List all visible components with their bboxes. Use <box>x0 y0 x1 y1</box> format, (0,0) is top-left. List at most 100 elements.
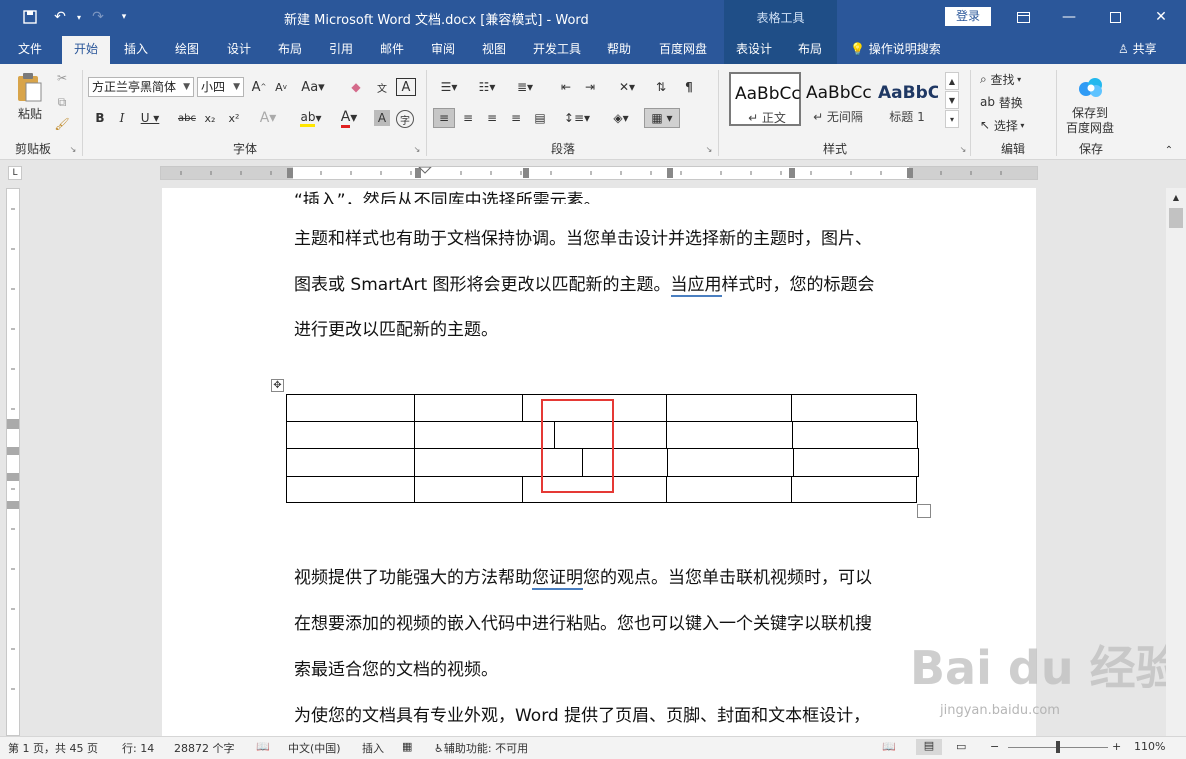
chinese-layout-icon[interactable]: ✕▾ <box>612 78 642 96</box>
tab-insert[interactable]: 插入 <box>114 36 158 64</box>
zoom-slider-thumb[interactable] <box>1056 741 1060 753</box>
table-cell[interactable] <box>793 448 919 477</box>
align-left-icon[interactable]: ≡ <box>433 108 455 128</box>
scrollbar-thumb[interactable] <box>1169 208 1183 228</box>
copy-icon[interactable]: ⧉ <box>54 94 70 110</box>
read-mode-icon[interactable]: 📖 <box>882 740 896 753</box>
tab-table-layout[interactable]: 布局 <box>788 36 832 64</box>
paste-button[interactable]: 粘贴 <box>8 105 52 121</box>
login-button[interactable]: 登录 <box>945 7 991 26</box>
scroll-up-icon[interactable]: ▲ <box>1168 190 1184 204</box>
sort-icon[interactable]: ⇅ <box>652 78 670 96</box>
save-icon[interactable] <box>18 0 42 34</box>
font-size-combo[interactable]: 小四 ▼ <box>197 77 244 97</box>
grammar-flagged-text[interactable]: 当应用 <box>670 275 722 297</box>
table-cell[interactable] <box>667 448 794 477</box>
table-cell[interactable] <box>666 476 792 503</box>
undo-dropdown-icon[interactable]: ▾ <box>72 0 86 34</box>
numbering-icon[interactable]: ☷▾ <box>472 78 502 96</box>
undo-icon[interactable]: ↶ <box>48 0 72 34</box>
macro-record-icon[interactable]: ▦ <box>402 740 412 753</box>
tab-references[interactable]: 引用 <box>319 36 363 64</box>
align-center-icon[interactable]: ≡ <box>458 108 478 128</box>
styles-scroll-down-icon[interactable]: ▼ <box>945 91 959 109</box>
font-name-combo[interactable]: 方正兰亭黑简体 ▼ <box>88 77 194 97</box>
table-cell[interactable] <box>286 476 415 503</box>
show-marks-icon[interactable]: ¶ <box>680 78 698 96</box>
zoom-in-icon[interactable]: + <box>1112 740 1121 753</box>
italic-icon[interactable]: I <box>114 110 130 126</box>
baidu-netdisk-icon[interactable] <box>1074 72 1108 102</box>
table-cell[interactable] <box>666 421 793 449</box>
justify-icon[interactable]: ≡ <box>506 108 526 128</box>
character-border-icon[interactable]: A <box>396 78 416 96</box>
bold-icon[interactable]: B <box>92 110 108 126</box>
text-effects-icon[interactable]: A▾ <box>256 110 280 126</box>
save-to-netdisk-line2[interactable]: 百度网盘 <box>1062 120 1118 135</box>
vertical-ruler[interactable] <box>6 188 20 736</box>
tab-layout[interactable]: 布局 <box>268 36 312 64</box>
table-cell[interactable] <box>286 448 415 477</box>
table-cell[interactable] <box>791 394 917 422</box>
save-to-netdisk-line1[interactable]: 保存到 <box>1062 105 1118 120</box>
distributed-icon[interactable]: ▤ <box>530 108 550 128</box>
superscript-icon[interactable]: x² <box>226 110 242 126</box>
style-normal[interactable]: AaBbCc ↵ 正文 <box>729 72 801 126</box>
grammar-flagged-text[interactable]: 您证明 <box>532 568 583 590</box>
share-button[interactable]: ♙ 共享 <box>1118 36 1157 64</box>
table-cell[interactable] <box>414 476 523 503</box>
paste-icon[interactable] <box>12 70 46 104</box>
format-painter-icon[interactable]: 🖌 <box>54 116 70 132</box>
grow-font-icon[interactable]: A ^ <box>250 78 268 96</box>
horizontal-ruler[interactable] <box>160 166 1038 180</box>
table-move-handle-icon[interactable]: ✥ <box>271 379 284 392</box>
decrease-indent-icon[interactable]: ⇤ <box>556 78 576 96</box>
replace-button[interactable]: ab 替换 <box>980 93 1046 111</box>
styles-more-icon[interactable]: ▾ <box>945 110 959 128</box>
tab-file[interactable]: 文件 <box>8 36 52 64</box>
word-count[interactable]: 28872 个字 <box>174 740 235 756</box>
increase-indent-icon[interactable]: ⇥ <box>580 78 600 96</box>
cut-icon[interactable]: ✂ <box>54 70 70 86</box>
language[interactable]: 中文(中国) <box>288 740 341 756</box>
select-button[interactable]: ↖ 选择 ▾ <box>980 116 1046 134</box>
change-case-icon[interactable]: Aa▾ <box>300 78 326 96</box>
tab-draw[interactable]: 绘图 <box>165 36 209 64</box>
table-cell[interactable] <box>791 476 917 503</box>
shading-icon[interactable]: ◈▾ <box>604 108 638 128</box>
strikethrough-icon[interactable]: abc <box>176 110 198 126</box>
table-cell[interactable] <box>792 421 918 449</box>
tell-me-search[interactable]: 💡 操作说明搜索 <box>850 36 941 64</box>
table-cell[interactable] <box>414 394 523 422</box>
print-layout-icon[interactable]: ▤ <box>916 739 942 755</box>
subscript-icon[interactable]: x₂ <box>202 110 218 126</box>
line-spacing-icon[interactable]: ↕≡▾ <box>562 108 592 128</box>
insert-mode[interactable]: 插入 <box>362 740 384 756</box>
table-resize-handle[interactable] <box>917 504 931 518</box>
tab-home[interactable]: 开始 <box>62 36 110 64</box>
clear-formatting-icon[interactable]: ◆ <box>346 78 366 96</box>
tab-view[interactable]: 视图 <box>472 36 516 64</box>
collapse-ribbon-icon[interactable]: ⌃ <box>1162 144 1176 156</box>
borders-icon[interactable]: ▦ ▾ <box>644 108 680 128</box>
table-cell[interactable] <box>666 394 792 422</box>
font-color-icon[interactable]: A ▾ <box>334 109 364 128</box>
phonetic-guide-icon[interactable]: 文 <box>372 78 392 96</box>
underline-icon[interactable]: U ▾ <box>138 110 162 126</box>
tab-table-design[interactable]: 表设计 <box>729 36 779 64</box>
enclose-characters-icon[interactable]: 字 <box>396 110 414 128</box>
font-launcher-icon[interactable]: ↘ <box>412 144 422 154</box>
tab-selector-icon[interactable]: L <box>8 166 22 180</box>
tab-mailings[interactable]: 邮件 <box>370 36 414 64</box>
styles-scroll-up-icon[interactable]: ▲ <box>945 72 959 90</box>
style-no-spacing[interactable]: AaBbCc ↵ 无间隔 <box>801 72 873 126</box>
zoom-out-icon[interactable]: − <box>990 740 999 753</box>
accessibility-status[interactable]: ♿辅助功能: 不可用 <box>434 740 528 756</box>
maximize-icon[interactable] <box>1092 0 1138 34</box>
vertical-scrollbar[interactable] <box>1166 188 1186 736</box>
web-layout-icon[interactable]: ▭ <box>956 740 966 753</box>
align-right-icon[interactable]: ≡ <box>482 108 502 128</box>
clipboard-launcher-icon[interactable]: ↘ <box>68 144 78 154</box>
redo-icon[interactable]: ↷ <box>86 0 110 34</box>
line-number[interactable]: 行: 14 <box>122 740 154 756</box>
